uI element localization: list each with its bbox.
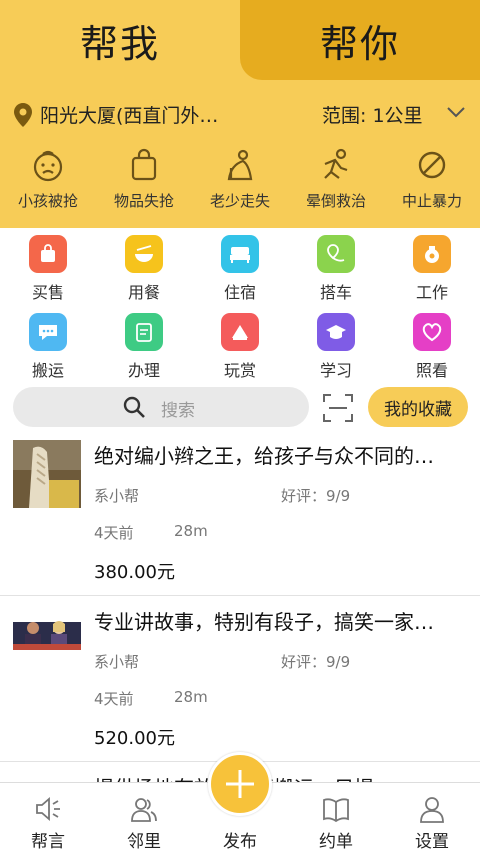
category-label: 工作 [415, 283, 448, 302]
emergency-actions: 小孩被抢 物品失抢 老少走失 晕倒救治 中止暴力 [0, 148, 480, 218]
category-study[interactable]: 学习 [288, 310, 384, 388]
category-label: 住宿 [223, 283, 256, 302]
publish-fab[interactable] [208, 752, 272, 816]
category-label: 照看 [415, 361, 448, 380]
header: 帮你 帮我 阳光大厦(西直门外… 范围: 1公里 小孩被抢 物品失抢 老少走失 … [0, 0, 480, 228]
fainting-person-icon [324, 148, 348, 179]
range-selector[interactable]: 范围: 1公里 [322, 101, 423, 128]
bag-icon [131, 148, 157, 181]
service-list: 绝对编小辫之王，给孩子与众不同的… 系小帮 好评：9/9 4天前 28m 380… [0, 430, 480, 802]
item-distance: 28m [174, 522, 208, 540]
category-label: 学习 [319, 361, 352, 380]
heart-icon [413, 313, 451, 351]
scan-icon[interactable] [322, 393, 354, 423]
quick-action-person-lost[interactable]: 老少走失 [192, 148, 288, 218]
my-favorites-label: 我的收藏 [384, 399, 452, 420]
location-row[interactable]: 阳光大厦(西直门外… 范围: 1公里 [0, 96, 480, 132]
category-label: 用餐 [127, 283, 160, 302]
item-rating: 好评：9/9 [281, 487, 351, 505]
baby-face-icon [33, 150, 63, 182]
item-distance: 28m [174, 688, 208, 706]
quick-action-label: 中止暴力 [401, 192, 462, 210]
item-thumbnail [13, 440, 81, 508]
item-price: 380.00元 [94, 562, 175, 583]
quick-action-child-robbed[interactable]: 小孩被抢 [0, 148, 96, 218]
tab-help-you-label: 帮你 [319, 21, 400, 66]
category-moving[interactable]: 搬运 [0, 310, 96, 388]
clipboard-icon [125, 313, 163, 351]
chat-bubble-icon [29, 313, 67, 351]
triangle-icon [221, 313, 259, 351]
location-pin-icon [14, 103, 32, 127]
shopping-bag-icon [29, 235, 67, 273]
nav-settings[interactable]: 设置 [384, 783, 480, 853]
speaker-icon [36, 797, 60, 821]
bed-icon [221, 235, 259, 273]
quick-action-label: 老少走失 [209, 192, 270, 210]
category-care[interactable]: 照看 [384, 310, 480, 388]
item-price: 520.00元 [94, 728, 175, 749]
no-sign-icon [418, 151, 446, 179]
book-icon [323, 798, 349, 823]
plus-icon [226, 770, 254, 798]
nav-label: 约单 [319, 832, 353, 852]
quick-action-fainting[interactable]: 晕倒救治 [288, 148, 384, 218]
quick-action-label: 小孩被抢 [17, 192, 78, 210]
tab-help-you[interactable]: 帮你 [240, 0, 480, 80]
category-row: 买售 用餐 住宿 搭车 工作 [0, 232, 480, 310]
graduation-cap-icon [317, 313, 355, 351]
tab-bar: 帮你 帮我 [0, 0, 480, 80]
list-item[interactable]: 专业讲故事，特别有段子，搞笑一家… 系小帮 好评：9/9 4天前 28m 520… [0, 596, 480, 762]
chevron-down-icon[interactable] [446, 104, 466, 120]
category-handle[interactable]: 办理 [96, 310, 192, 388]
search-icon [123, 396, 145, 418]
quick-action-label: 物品失抢 [113, 192, 174, 210]
quick-action-item-robbed[interactable]: 物品失抢 [96, 148, 192, 218]
nav-label: 设置 [415, 832, 449, 852]
my-favorites-button[interactable]: 我的收藏 [368, 387, 468, 427]
item-time: 4天前 [94, 690, 134, 708]
meal-bowl-icon [125, 235, 163, 273]
category-label: 办理 [127, 361, 160, 380]
item-thumbnail [13, 606, 81, 674]
category-label: 搭车 [319, 283, 352, 302]
category-grid: 买售 用餐 住宿 搭车 工作 搬运 办理 玩赏 学习 照看 [0, 232, 480, 388]
item-author: 系小帮 [94, 653, 140, 671]
item-title: 绝对编小辫之王，给孩子与众不同的… [94, 444, 434, 468]
nav-label: 发布 [223, 832, 257, 852]
nav-orders[interactable]: 约单 [288, 783, 384, 853]
category-lodging[interactable]: 住宿 [192, 232, 288, 310]
quick-action-stop-violence[interactable]: 中止暴力 [384, 148, 480, 218]
category-meal[interactable]: 用餐 [96, 232, 192, 310]
category-entertainment[interactable]: 玩赏 [192, 310, 288, 388]
category-ride[interactable]: 搭车 [288, 232, 384, 310]
user-icon [420, 797, 444, 823]
tab-help-me[interactable]: 帮我 [0, 0, 240, 80]
item-author: 系小帮 [94, 487, 140, 505]
item-rating: 好评：9/9 [281, 653, 351, 671]
walker-icon [227, 149, 253, 181]
tab-help-me-label: 帮我 [79, 21, 160, 66]
quick-action-label: 晕倒救治 [305, 192, 366, 210]
search-input[interactable]: 搜索 [13, 387, 309, 427]
category-buy-sell[interactable]: 买售 [0, 232, 96, 310]
category-work[interactable]: 工作 [384, 232, 480, 310]
category-label: 买售 [31, 283, 64, 302]
people-icon [131, 798, 157, 822]
item-time: 4天前 [94, 524, 134, 542]
money-bag-icon [413, 235, 451, 273]
list-item[interactable]: 绝对编小辫之王，给孩子与众不同的… 系小帮 好评：9/9 4天前 28m 380… [0, 430, 480, 596]
category-label: 搬运 [31, 361, 64, 380]
nav-help-talk[interactable]: 帮言 [0, 783, 96, 853]
nav-label: 邻里 [127, 832, 161, 852]
category-label: 玩赏 [223, 361, 256, 380]
item-title: 专业讲故事，特别有段子，搞笑一家… [94, 610, 434, 634]
nav-neighbors[interactable]: 邻里 [96, 783, 192, 853]
route-pin-icon [317, 235, 355, 273]
search-placeholder: 搜索 [161, 401, 195, 421]
location-address: 阳光大厦(西直门外… [40, 105, 219, 127]
category-row: 搬运 办理 玩赏 学习 照看 [0, 310, 480, 388]
nav-label: 帮言 [31, 832, 65, 852]
